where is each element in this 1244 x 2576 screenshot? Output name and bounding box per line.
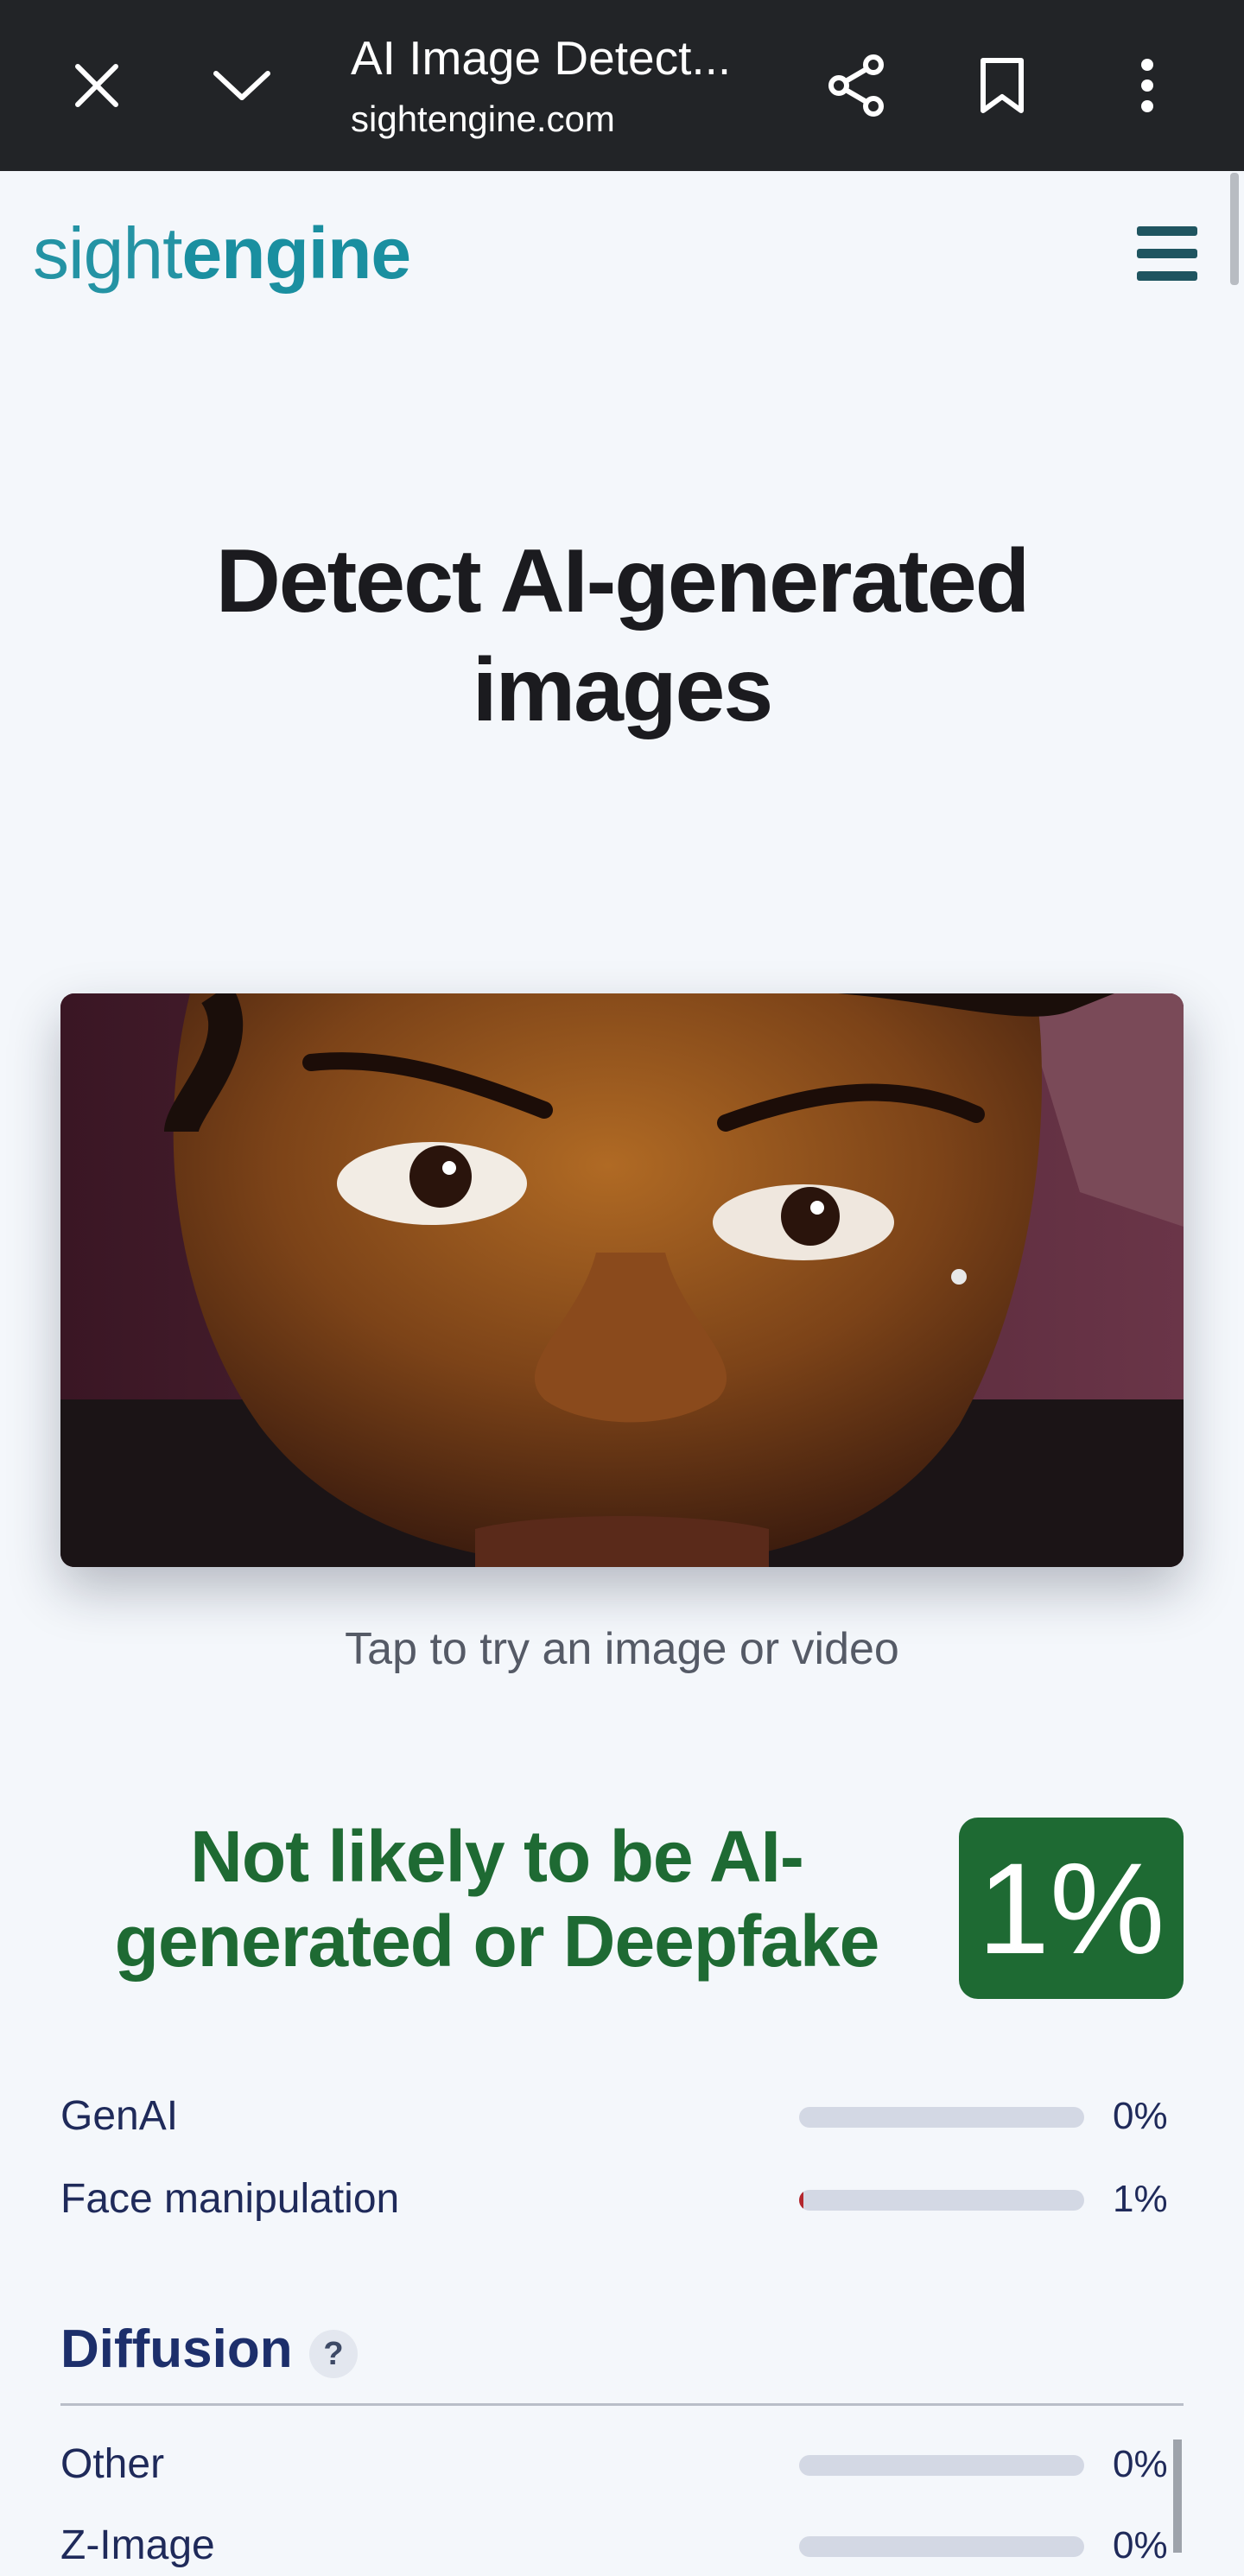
page-url[interactable]: sightengine.com [351, 97, 615, 142]
metric-bar [799, 2536, 1084, 2557]
metric-bar [799, 2107, 1084, 2128]
metric-value: 1% [1113, 2178, 1168, 2220]
metric-value: 0% [1113, 2524, 1168, 2566]
ai-score-badge: 1% [959, 1818, 1184, 1999]
help-icon[interactable]: ? [309, 2330, 358, 2378]
sample-image[interactable] [60, 993, 1184, 1567]
bookmark-icon [981, 58, 1024, 113]
diffusion-row-other: Other 0% [60, 2434, 1184, 2495]
metric-label: GenAI [60, 2093, 179, 2139]
face-photo [60, 993, 1184, 1567]
share-button[interactable] [802, 42, 912, 129]
more-vert-icon [1141, 59, 1153, 112]
logo-text-bold: engine [181, 213, 411, 294]
bookmark-button[interactable] [947, 42, 1057, 129]
close-button[interactable] [41, 42, 152, 129]
metric-label: Other [60, 2441, 165, 2487]
section-divider [60, 2403, 1184, 2406]
logo-text-light: sight [33, 213, 182, 294]
minimize-button[interactable] [187, 42, 297, 129]
metric-value: 0% [1113, 2443, 1168, 2485]
metric-bar-fill [799, 2190, 803, 2211]
metric-row-face-manipulation: Face manipulation 1% [60, 2169, 1184, 2230]
metric-bar [799, 2455, 1084, 2476]
metric-label: Z-Image [60, 2522, 215, 2568]
diffusion-heading: Diffusion [60, 2319, 293, 2379]
metric-label: Face manipulation [60, 2176, 400, 2222]
page-headline: Detect AI-generated images [215, 531, 1031, 740]
verdict-text: Not likely to be AI-generated or Deepfak… [114, 1816, 880, 1982]
hamburger-menu-icon[interactable] [1133, 221, 1203, 287]
tap-to-try-caption[interactable]: Tap to try an image or video [0, 1621, 1244, 1677]
results-scrollbar[interactable] [1173, 2440, 1182, 2553]
browser-toolbar: AI Image Detect... sightengine.com [0, 0, 1244, 171]
diffusion-row-z-image: Z-Image 0% [60, 2516, 1184, 2576]
metric-row-genai: GenAI 0% [60, 2086, 1184, 2147]
metric-bar [799, 2190, 1084, 2211]
close-icon [75, 64, 118, 107]
more-options-button[interactable] [1092, 42, 1203, 129]
metric-value: 0% [1113, 2095, 1168, 2137]
page-scrollbar[interactable] [1230, 173, 1239, 285]
share-icon [828, 54, 884, 117]
page-title: AI Image Detect... [351, 31, 732, 85]
sightengine-logo[interactable]: sightengine [33, 206, 411, 301]
chevron-down-icon [213, 71, 270, 100]
